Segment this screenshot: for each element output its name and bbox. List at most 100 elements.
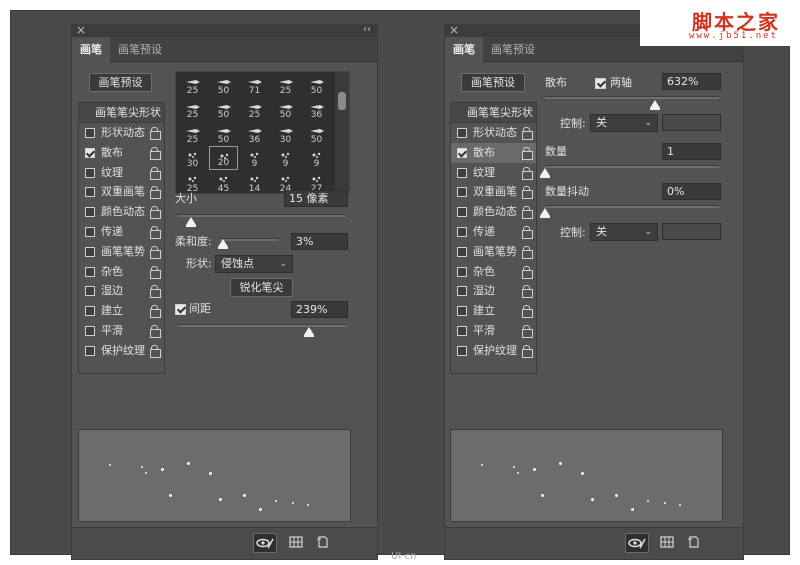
option-checkbox[interactable] [457,187,467,198]
control-dropdown-2[interactable]: 关 ⌄ [590,223,658,241]
option-checkbox[interactable] [85,246,95,257]
lock-icon[interactable] [522,285,533,299]
brush-tip-cell[interactable]: 14 [240,170,269,193]
lock-icon[interactable] [522,166,533,180]
sidebar-item[interactable]: 画笔笔势 [451,242,536,262]
option-checkbox[interactable] [85,266,95,277]
option-checkbox[interactable] [85,345,95,356]
option-checkbox[interactable] [457,325,467,336]
brush-tip-cell[interactable]: 25 [178,121,207,146]
shape-dropdown[interactable]: 侵蚀点 ⌄ [215,255,293,273]
brush-tip-cell[interactable]: 20 [209,145,238,171]
brush-tip-cell[interactable]: 45 [209,170,238,193]
lock-icon[interactable] [150,186,161,200]
sidebar-item[interactable]: 形状动态 [79,123,164,143]
lock-icon[interactable] [522,344,533,358]
brush-tip-cell[interactable]: 71 [240,72,269,97]
both-axes-checkbox[interactable] [595,78,606,89]
count-field[interactable]: 1 [662,143,721,160]
eye-brush-icon[interactable] [253,533,277,553]
hardness-slider-track[interactable] [220,238,278,241]
sidebar-item[interactable]: 传递 [451,222,536,242]
control-dropdown-1[interactable]: 关 ⌄ [590,114,658,132]
tab-brush-presets[interactable]: 画笔预设 [110,37,170,62]
lock-icon[interactable] [150,146,161,160]
new-page-icon[interactable] [687,535,705,551]
sidebar-item[interactable]: 平滑 [79,321,164,341]
sidebar-item[interactable]: 保护纹理 [451,341,536,361]
sidebar-item[interactable]: 散布 [79,143,164,163]
grid-icon[interactable] [288,535,306,551]
option-checkbox[interactable] [85,306,95,317]
grid-scroll-thumb[interactable] [338,92,346,110]
size-slider-thumb[interactable] [186,217,197,227]
lock-icon[interactable] [150,245,161,259]
sidebar-item[interactable]: 散布 [451,142,536,163]
sidebar-item[interactable]: 双重画笔 [451,182,536,202]
lock-icon[interactable] [150,265,161,279]
spacing-slider-thumb[interactable] [304,327,315,337]
lock-icon[interactable] [522,225,533,239]
lock-icon[interactable] [150,305,161,319]
sharpen-tip-button[interactable]: 锐化笔尖 [230,278,293,297]
option-checkbox[interactable] [85,207,95,218]
brush-tip-cell[interactable]: 25 [178,72,207,97]
sidebar-item[interactable]: 平滑 [451,321,536,341]
size-slider-track[interactable] [178,214,346,217]
spacing-checkbox[interactable] [175,304,186,315]
sidebar-item[interactable]: 形状动态 [451,123,536,143]
option-checkbox[interactable] [85,147,95,158]
lock-icon[interactable] [150,344,161,358]
option-checkbox[interactable] [85,167,95,178]
lock-icon[interactable] [150,206,161,220]
brush-tip-cell[interactable]: 36 [302,97,331,122]
option-checkbox[interactable] [457,207,467,218]
count-jitter-field[interactable]: 0% [662,183,721,200]
brush-tip-cell[interactable]: 50 [271,97,300,122]
sidebar-item[interactable]: 建立 [451,301,536,321]
brush-tip-grid[interactable]: 27 24 14 45 25 9 9 9 20 30 50 30 36 50 25 36 50 25 50 25 50 2… [175,71,350,194]
sidebar-item[interactable]: 画笔笔势 [79,242,164,262]
sidebar-item[interactable]: 建立 [79,301,164,321]
lock-icon[interactable] [522,127,533,140]
option-checkbox[interactable] [85,286,95,297]
sidebar-item[interactable]: 保护纹理 [79,341,164,361]
sidebar-item[interactable]: 杂色 [79,262,164,282]
lock-icon[interactable] [522,265,533,279]
brush-tip-cell[interactable]: 50 [302,121,331,146]
option-checkbox[interactable] [457,167,467,178]
option-checkbox[interactable] [457,306,467,317]
lock-icon[interactable] [522,324,533,338]
hardness-field[interactable]: 3% [291,233,348,250]
brush-presets-button[interactable]: 画笔预设 [89,73,152,92]
option-checkbox[interactable] [457,286,467,297]
scatter-slider-track[interactable] [545,96,719,99]
brush-tip-shape-item[interactable]: 画笔笔尖形状 [79,103,164,123]
brush-presets-button[interactable]: 画笔预设 [461,73,525,92]
scatter-field[interactable]: 632% [662,73,721,90]
option-checkbox[interactable] [457,246,467,257]
brush-tip-cell[interactable]: 25 [271,72,300,97]
sidebar-item[interactable]: 双重画笔 [79,182,164,202]
lock-icon[interactable] [522,305,533,319]
lock-icon[interactable] [522,146,533,160]
lock-icon[interactable] [150,285,161,299]
lock-icon[interactable] [522,206,533,220]
option-checkbox[interactable] [457,266,467,277]
sidebar-item[interactable]: 颜色动态 [79,202,164,222]
brush-tip-cell[interactable]: 9 [302,146,331,171]
count-jitter-slider-thumb[interactable] [540,208,550,218]
brush-tip-cell[interactable]: 9 [240,146,269,171]
brush-tip-cell[interactable]: 36 [240,121,269,146]
hardness-slider-thumb[interactable] [217,239,228,249]
option-checkbox[interactable] [85,187,95,198]
sidebar-item[interactable]: 湿边 [79,281,164,301]
tab-brush[interactable]: 画笔 [72,37,110,62]
lock-icon[interactable] [150,324,161,338]
collapse-icon[interactable]: ‹‹ [363,23,371,37]
lock-icon[interactable] [522,186,533,200]
spacing-field[interactable]: 239% [291,301,348,318]
close-icon[interactable]: × [449,23,459,37]
brush-tip-cell[interactable]: 50 [302,72,331,97]
close-icon[interactable]: × [76,23,86,37]
